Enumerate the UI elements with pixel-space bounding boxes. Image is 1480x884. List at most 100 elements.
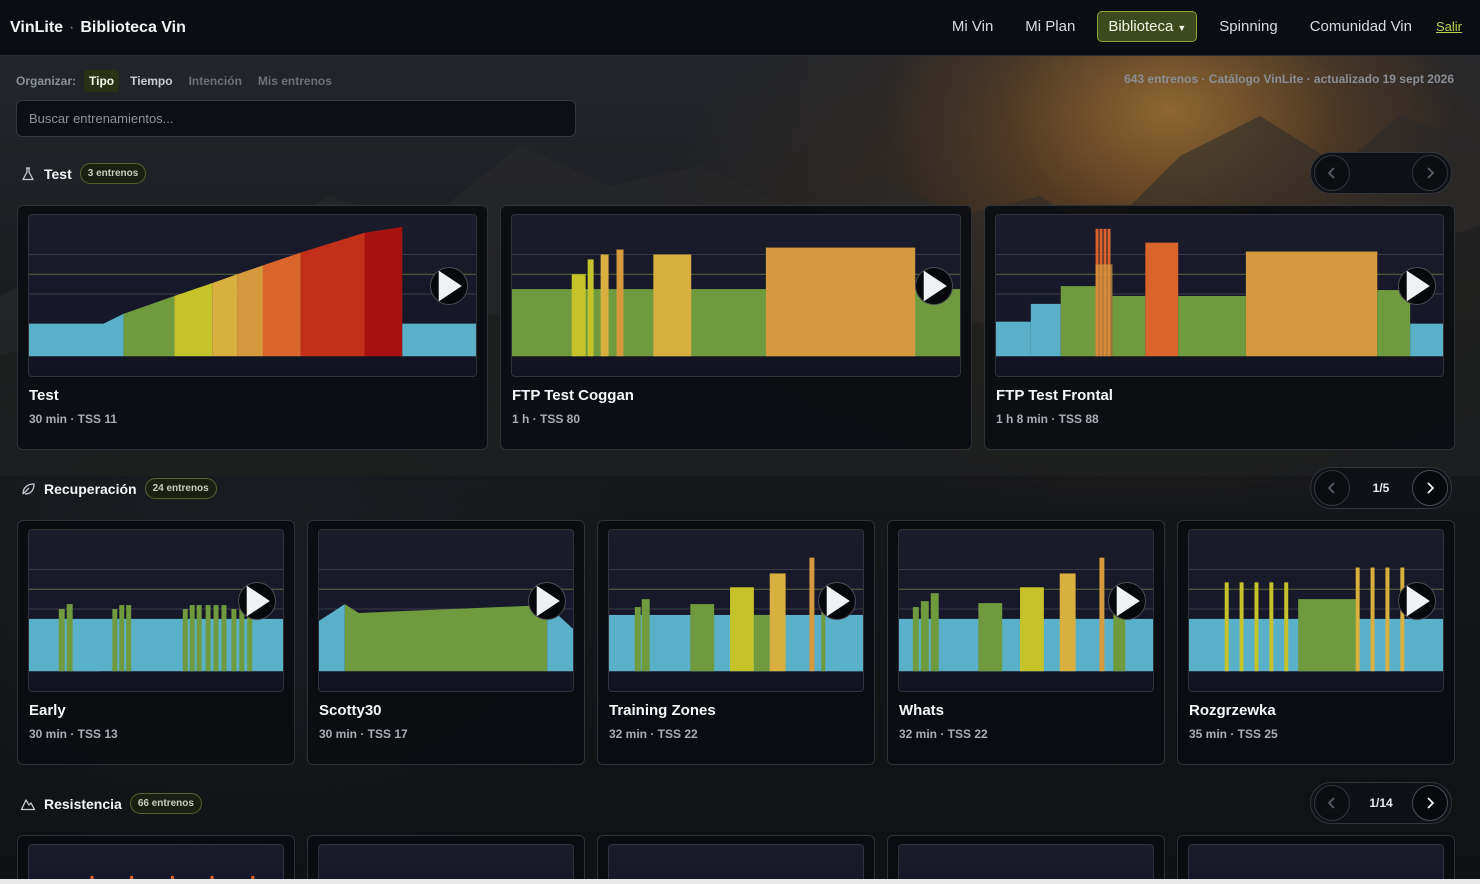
section-pager-recuperacion: 1/5 — [1310, 467, 1452, 509]
pager-next-button[interactable] — [1412, 470, 1448, 506]
logout-link[interactable]: Salir — [1428, 19, 1462, 34]
workout-card[interactable]: Early 30 min · TSS 13 — [17, 520, 295, 765]
search-input[interactable] — [16, 100, 576, 137]
workout-card[interactable]: Whats 32 min · TSS 22 — [887, 520, 1165, 765]
brand-separator: · — [69, 19, 75, 36]
nav-mi-plan[interactable]: Mi Plan — [1009, 12, 1091, 41]
caret-down-icon: ▼ — [1177, 23, 1187, 33]
section-pager-test — [1310, 152, 1452, 194]
pager-indicator: 1/5 — [1372, 481, 1390, 495]
workout-card[interactable]: FTP Test Frontal 1 h 8 min · TSS 88 — [984, 205, 1455, 450]
workout-card[interactable] — [887, 835, 1165, 884]
workout-meta: 30 min · TSS 17 — [319, 727, 408, 741]
brand-name: VinLite — [10, 19, 64, 36]
brand[interactable]: VinLite · Biblioteca Vin — [10, 19, 186, 37]
chevron-left-icon — [1327, 167, 1335, 179]
workout-meta: 35 min · TSS 25 — [1189, 727, 1278, 741]
workout-profile-chart — [1188, 529, 1444, 692]
workout-card[interactable] — [597, 835, 875, 884]
section-title: Recuperación — [44, 480, 137, 497]
pager-next-button[interactable] — [1412, 155, 1448, 191]
play-button[interactable] — [1108, 582, 1146, 620]
pager-prev-button[interactable] — [1314, 470, 1350, 506]
section-header-recuperacion: Recuperación 24 entrenos — [20, 478, 217, 499]
workout-card[interactable]: FTP Test Coggan 1 h · TSS 80 — [500, 205, 972, 450]
section-header-test: Test 3 entrenos — [20, 163, 147, 184]
workout-profile-chart — [28, 529, 284, 692]
section-header-resistencia: Resistencia 66 entrenos — [20, 793, 202, 814]
mountain-icon — [20, 798, 36, 810]
workout-name: Rozgrzewka — [1189, 702, 1276, 719]
organize-toolbar: Organizar: Tipo Tiempo Intención Mis ent… — [16, 70, 337, 92]
workout-card[interactable] — [1177, 835, 1455, 884]
organize-option-tipo[interactable]: Tipo — [84, 70, 120, 92]
workout-name: Training Zones — [609, 702, 716, 719]
nav-biblioteca-label: Biblioteca — [1108, 18, 1174, 35]
workout-name: Test — [29, 387, 59, 404]
top-navigation-bar: VinLite · Biblioteca Vin Mi Vin Mi Plan … — [0, 0, 1480, 56]
play-button[interactable] — [238, 582, 276, 620]
play-button[interactable] — [430, 267, 468, 305]
chevron-left-icon — [1327, 482, 1335, 494]
section-title: Test — [44, 165, 72, 182]
workout-meta: 1 h · TSS 80 — [512, 412, 581, 426]
workout-name: Early — [29, 702, 66, 719]
pager-prev-button[interactable] — [1314, 785, 1350, 821]
workout-name: FTP Test Coggan — [512, 387, 634, 404]
workout-meta: 1 h 8 min · TSS 88 — [996, 412, 1099, 426]
section-count-badge: 24 entrenos — [144, 478, 217, 499]
play-icon — [923, 270, 947, 302]
pager-prev-button[interactable] — [1314, 155, 1350, 191]
organize-option-tiempo[interactable]: Tiempo — [125, 70, 177, 92]
organize-label: Organizar: — [16, 74, 77, 88]
play-icon — [1406, 585, 1430, 617]
organize-option-intencion[interactable]: Intención — [184, 70, 247, 92]
workout-card[interactable]: Test 30 min · TSS 11 — [17, 205, 488, 450]
nav-mi-vin[interactable]: Mi Vin — [936, 12, 1009, 41]
play-button[interactable] — [528, 582, 566, 620]
workout-meta: 32 min · TSS 22 — [899, 727, 988, 741]
chevron-right-icon — [1427, 797, 1435, 809]
section-count-badge: 66 entrenos — [129, 793, 202, 814]
workout-profile-chart — [28, 844, 284, 884]
workout-profile-chart — [318, 529, 574, 692]
workout-name: FTP Test Frontal — [996, 387, 1113, 404]
leaf-icon — [22, 482, 35, 495]
play-icon — [438, 270, 462, 302]
workout-meta: 30 min · TSS 13 — [29, 727, 118, 741]
workout-card[interactable] — [307, 835, 585, 884]
workout-card[interactable]: Training Zones 32 min · TSS 22 — [597, 520, 875, 765]
workout-profile-chart — [898, 844, 1154, 884]
section-title: Resistencia — [44, 795, 122, 812]
play-icon — [826, 585, 850, 617]
play-icon — [1116, 585, 1140, 617]
play-icon — [536, 585, 560, 617]
play-icon — [246, 585, 270, 617]
main-nav: Mi Vin Mi Plan Biblioteca ▼ Spinning Comu… — [936, 11, 1462, 42]
play-button[interactable] — [915, 267, 953, 305]
workout-profile-chart — [995, 214, 1444, 377]
organize-option-mis-entrenos[interactable]: Mis entrenos — [253, 70, 337, 92]
workout-name: Scotty30 — [319, 702, 382, 719]
play-icon — [1406, 270, 1430, 302]
chevron-right-icon — [1427, 167, 1435, 179]
play-button[interactable] — [1398, 267, 1436, 305]
play-button[interactable] — [818, 582, 856, 620]
flask-icon — [22, 166, 34, 180]
nav-comunidad-vin[interactable]: Comunidad Vin — [1294, 12, 1428, 41]
nav-spinning[interactable]: Spinning — [1203, 12, 1293, 41]
catalog-meta: 643 entrenos · Catálogo VinLite · actual… — [1124, 72, 1454, 86]
section-pager-resistencia: 1/14 — [1310, 782, 1452, 824]
nav-biblioteca-dropdown[interactable]: Biblioteca ▼ — [1097, 11, 1198, 42]
pager-next-button[interactable] — [1411, 785, 1448, 821]
window-bottom-edge — [0, 879, 1480, 884]
play-button[interactable] — [1398, 582, 1436, 620]
workout-profile-chart — [608, 844, 864, 884]
workout-card[interactable]: Rozgrzewka 35 min · TSS 25 — [1177, 520, 1455, 765]
workout-card[interactable] — [17, 835, 295, 884]
workout-profile-chart — [608, 529, 864, 692]
workout-profile-chart — [898, 529, 1154, 692]
brand-section: Biblioteca Vin — [80, 19, 186, 36]
workout-card[interactable]: Scotty30 30 min · TSS 17 — [307, 520, 585, 765]
chevron-left-icon — [1327, 797, 1335, 809]
